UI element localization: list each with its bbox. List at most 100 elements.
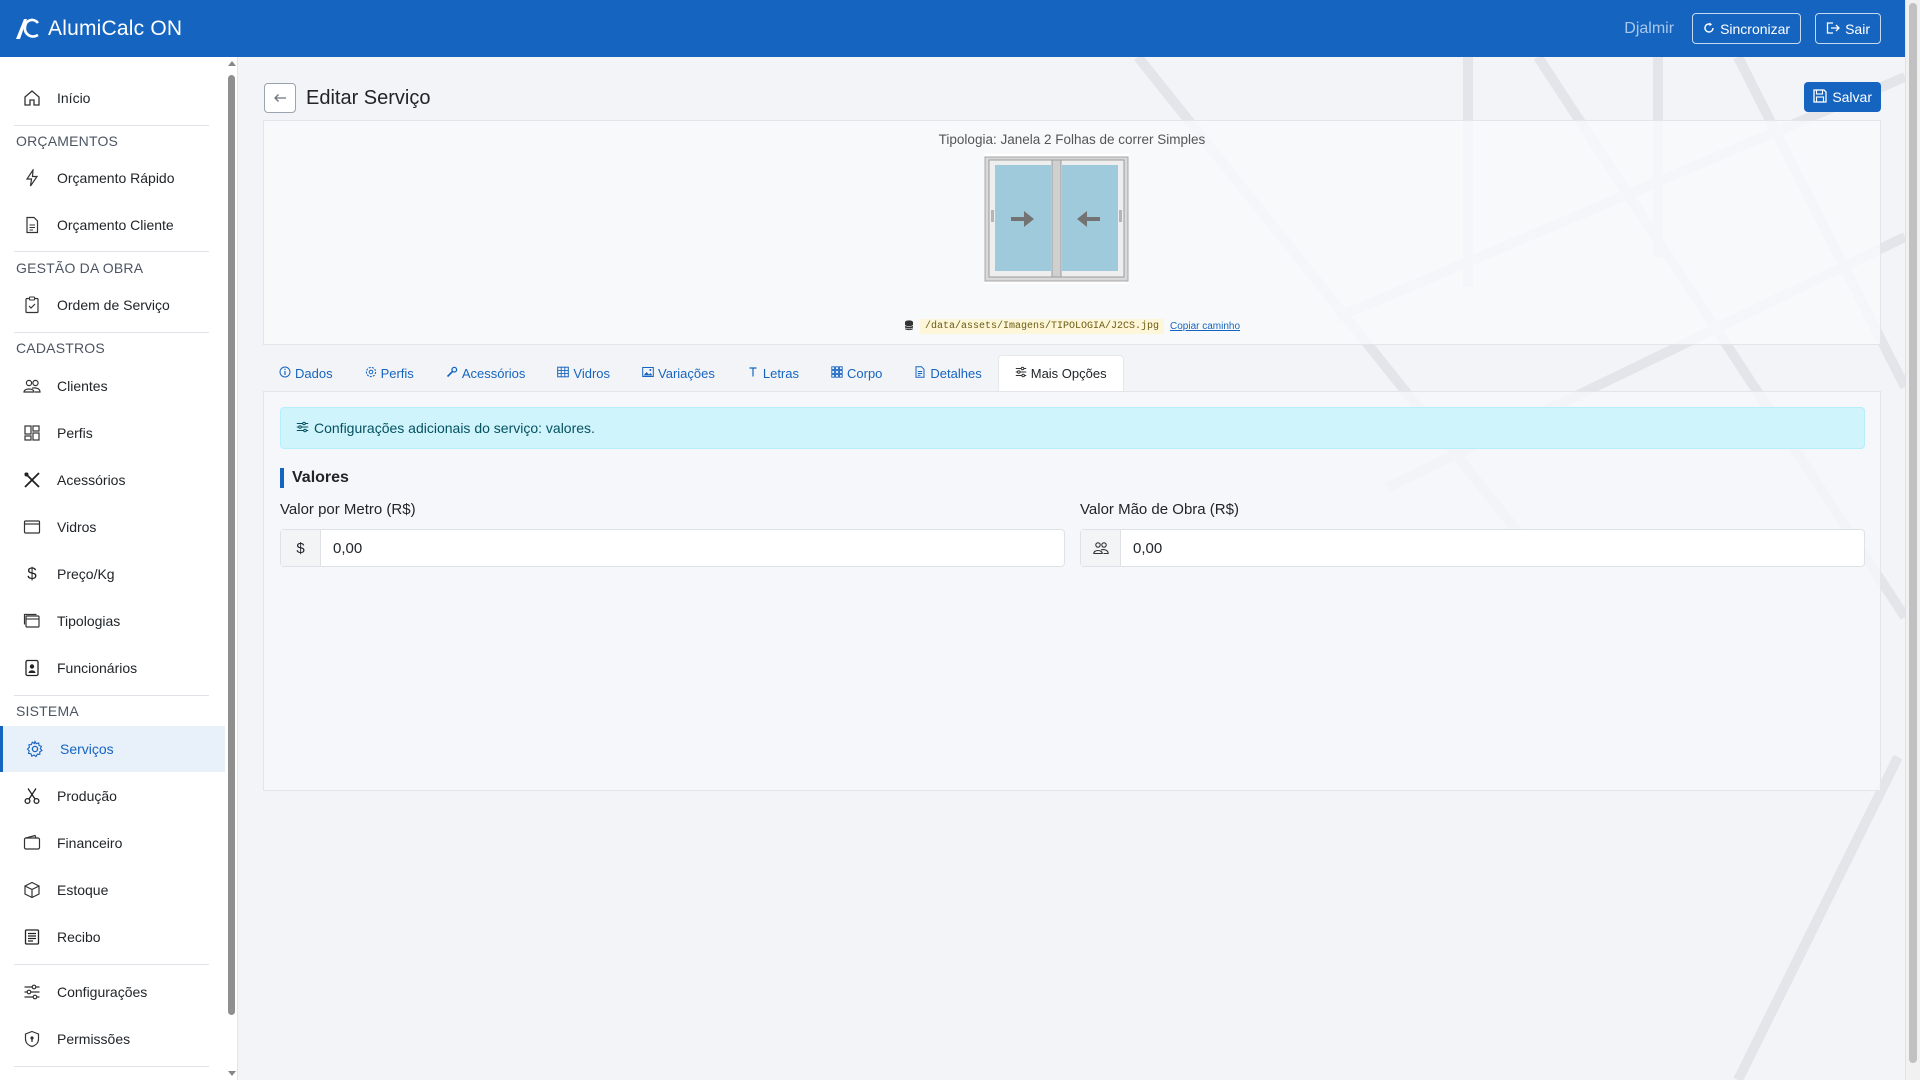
- info-icon: [279, 366, 291, 381]
- sidebar-item-financeiro[interactable]: Financeiro: [0, 820, 225, 866]
- tab-label: Variações: [658, 365, 715, 381]
- app-name: AlumiCalc ON: [48, 16, 183, 40]
- database-icon: [904, 319, 914, 334]
- sidebar-item-orcamento-cliente[interactable]: Orçamento Cliente: [0, 202, 225, 248]
- stack-icon: [21, 610, 43, 632]
- sidebar-item-producao[interactable]: Produção: [0, 773, 225, 819]
- tab-acessorios[interactable]: Acessórios: [430, 355, 542, 391]
- sidebar-item-label: Configurações: [57, 984, 148, 1000]
- tab-corpo[interactable]: Corpo: [815, 355, 898, 391]
- app-logo-icon: [14, 16, 40, 42]
- tab-dados[interactable]: Dados: [263, 355, 349, 391]
- sidebar-item-funcionarios[interactable]: Funcionários: [0, 645, 225, 691]
- clipboard-check-icon: [21, 294, 43, 316]
- sidebar-item-permissoes[interactable]: Permissões: [0, 1016, 225, 1062]
- sidebar-scrollbar[interactable]: [225, 57, 237, 1080]
- valor-mao-obra-input[interactable]: [1121, 530, 1864, 566]
- tipologia-caption: Tipologia: Janela 2 Folhas de correr Sim…: [938, 132, 1206, 147]
- sidebar-item-label: Estoque: [57, 882, 109, 898]
- sliding-window-image: [984, 154, 1129, 284]
- scissors-icon: [21, 785, 43, 807]
- sidebar-item-label: Preço/Kg: [57, 566, 115, 582]
- sidebar-item-label: Ordem de Serviço: [57, 297, 170, 313]
- main-content: Editar Serviço Salvar Tipologia: Janela …: [238, 57, 1905, 1080]
- save-button[interactable]: Salvar: [1804, 82, 1881, 112]
- tab-variacoes[interactable]: Variações: [626, 355, 731, 391]
- sidebar-item-configuracoes[interactable]: Configurações: [0, 969, 225, 1015]
- page-scroll-thumb[interactable]: [1909, 3, 1917, 1063]
- gear-icon: [365, 366, 377, 381]
- logout-button[interactable]: Sair: [1815, 13, 1881, 44]
- wrench-icon: [446, 366, 458, 381]
- sidebar-section-orcamentos: ORÇAMENTOS: [16, 133, 119, 149]
- sidebar-item-perfis[interactable]: Perfis: [0, 410, 225, 456]
- sidebar-section-gestao: GESTÃO DA OBRA: [16, 260, 144, 276]
- sidebar-item-clientes[interactable]: Clientes: [0, 363, 225, 409]
- sidebar-scroll-thumb[interactable]: [228, 75, 235, 1015]
- sidebar-item-recibo[interactable]: Recibo: [0, 914, 225, 960]
- tab-perfis[interactable]: Perfis: [349, 355, 430, 391]
- tab-panel-mais-opcoes: Configurações adicionais do serviço: val…: [263, 391, 1881, 791]
- page-scrollbar[interactable]: [1905, 0, 1920, 1080]
- tab-label: Vidros: [573, 365, 611, 381]
- sidebar-item-orcamento-rapido[interactable]: Orçamento Rápido: [0, 155, 225, 201]
- sidebar-item-ordem-servico[interactable]: Ordem de Serviço: [0, 282, 225, 328]
- copy-path-link[interactable]: Copiar caminho: [1170, 321, 1240, 332]
- tab-label: Letras: [762, 365, 799, 381]
- lightning-icon: [21, 167, 43, 189]
- wallet-icon: [21, 832, 43, 854]
- tools-icon: [21, 469, 43, 491]
- shield-icon: [21, 1028, 43, 1050]
- sidebar-item-label: Acessórios: [57, 472, 126, 488]
- box-icon: [21, 879, 43, 901]
- text-icon: [747, 366, 759, 381]
- sidebar-item-label: Início: [57, 90, 91, 106]
- document-icon: [21, 214, 43, 236]
- tab-label: Detalhes: [930, 365, 982, 381]
- valor-mao-obra-group: [1080, 529, 1865, 567]
- sidebar-item-vidros[interactable]: Vidros: [0, 504, 225, 550]
- top-navbar: AlumiCalc ON Djalmir Sincronizar Sair: [0, 0, 1905, 57]
- sidebar-item-label: Perfis: [57, 425, 93, 441]
- sidebar-item-tipologias[interactable]: Tipologias: [0, 598, 225, 644]
- sidebar-item-inicio[interactable]: Início: [0, 75, 225, 121]
- sidebar-item-estoque[interactable]: Estoque: [0, 867, 225, 913]
- section-title-valores: Valores: [280, 468, 349, 488]
- sidebar-item-label: Funcionários: [57, 660, 138, 676]
- back-button[interactable]: [264, 83, 296, 113]
- sidebar-item-label: Produção: [57, 788, 117, 804]
- image-icon: [642, 366, 654, 381]
- layout-grid-icon: [21, 422, 43, 444]
- sync-button[interactable]: Sincronizar: [1692, 13, 1802, 44]
- sidebar-section-cadastros: CADASTROS: [16, 340, 105, 356]
- page-title: Editar Serviço: [306, 86, 431, 109]
- tab-mais-opcoes[interactable]: Mais Opções: [997, 355, 1124, 391]
- users-icon: [21, 375, 43, 397]
- dollar-icon: $: [281, 530, 321, 566]
- sync-icon: [1703, 21, 1715, 37]
- info-alert: Configurações adicionais do serviço: val…: [280, 407, 1865, 449]
- scroll-down-icon[interactable]: [228, 1071, 236, 1076]
- tab-detalhes[interactable]: Detalhes: [898, 355, 997, 391]
- receipt-icon: [21, 926, 43, 948]
- valor-metro-input[interactable]: [321, 530, 1064, 566]
- sidebar-item-acessorios[interactable]: Acessórios: [0, 457, 225, 503]
- scroll-up-icon[interactable]: [228, 61, 236, 66]
- tab-vidros[interactable]: Vidros: [541, 355, 626, 391]
- sidebar-item-preco-kg[interactable]: $ Preço/Kg: [0, 551, 225, 597]
- sidebar-item-label: Serviços: [60, 741, 114, 757]
- sidebar-section-sistema: SISTEMA: [16, 703, 79, 719]
- user-name: Djalmir: [1624, 19, 1675, 37]
- image-path: /data/assets/Imagens/TIPOLOGIA/J2CS.jpg: [919, 319, 1164, 334]
- sidebar-divider: [14, 1066, 209, 1067]
- grid-dots-icon: [831, 365, 843, 381]
- sidebar-item-servicos[interactable]: Serviços: [0, 726, 225, 772]
- tab-letras[interactable]: Letras: [731, 355, 815, 391]
- valor-metro-label: Valor por Metro (R$): [280, 501, 416, 518]
- sidebar-divider: [14, 332, 209, 333]
- sidebar-divider: [14, 695, 209, 696]
- sliders-icon: [296, 420, 309, 436]
- sidebar-divider: [14, 251, 209, 252]
- brand[interactable]: AlumiCalc ON: [14, 16, 182, 42]
- sidebar-divider: [14, 125, 209, 126]
